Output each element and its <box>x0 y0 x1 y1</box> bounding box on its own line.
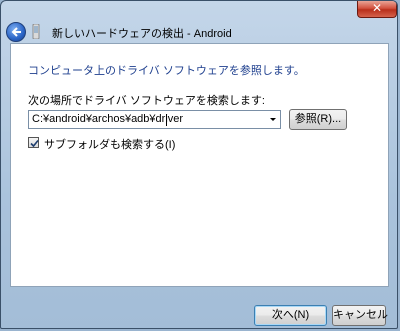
device-icon <box>32 24 40 39</box>
title-bar: 新しいハードウェアの検出 - Android ✕ <box>1 1 397 43</box>
driver-path-combobox[interactable]: C:¥android¥archos¥adb¥driver <box>28 110 281 129</box>
page-heading: コンピュータ上のドライバ ソフトウェアを参照します。 <box>28 65 305 77</box>
text-caret <box>166 114 167 126</box>
search-location-label: 次の場所でドライバ ソフトウェアを検索します: <box>28 95 265 107</box>
cancel-button[interactable]: キャンセル <box>332 305 388 326</box>
combo-dropdown-button[interactable] <box>266 111 280 128</box>
back-arrow-icon <box>11 27 21 37</box>
chevron-down-icon <box>270 118 276 121</box>
back-button[interactable] <box>6 22 26 42</box>
close-icon: ✕ <box>371 1 383 15</box>
next-button[interactable]: 次へ(N) <box>254 305 327 326</box>
include-subfolders-checkbox[interactable] <box>28 137 39 148</box>
close-button[interactable]: ✕ <box>357 1 397 18</box>
include-subfolders-label[interactable]: サブフォルダも検索する(I) <box>44 136 175 152</box>
wizard-window: 新しいハードウェアの検出 - Android ✕ コンピュータ上のドライバ ソフ… <box>0 0 398 329</box>
content-panel: コンピュータ上のドライバ ソフトウェアを参照します。 次の場所でドライバ ソフト… <box>10 43 389 287</box>
checkmark-icon <box>30 139 39 148</box>
driver-path-value[interactable]: C:¥android¥archos¥adb¥driver <box>32 113 183 125</box>
browse-button[interactable]: 参照(R)... <box>289 109 347 130</box>
window-title: 新しいハードウェアの検出 - Android <box>52 28 232 40</box>
